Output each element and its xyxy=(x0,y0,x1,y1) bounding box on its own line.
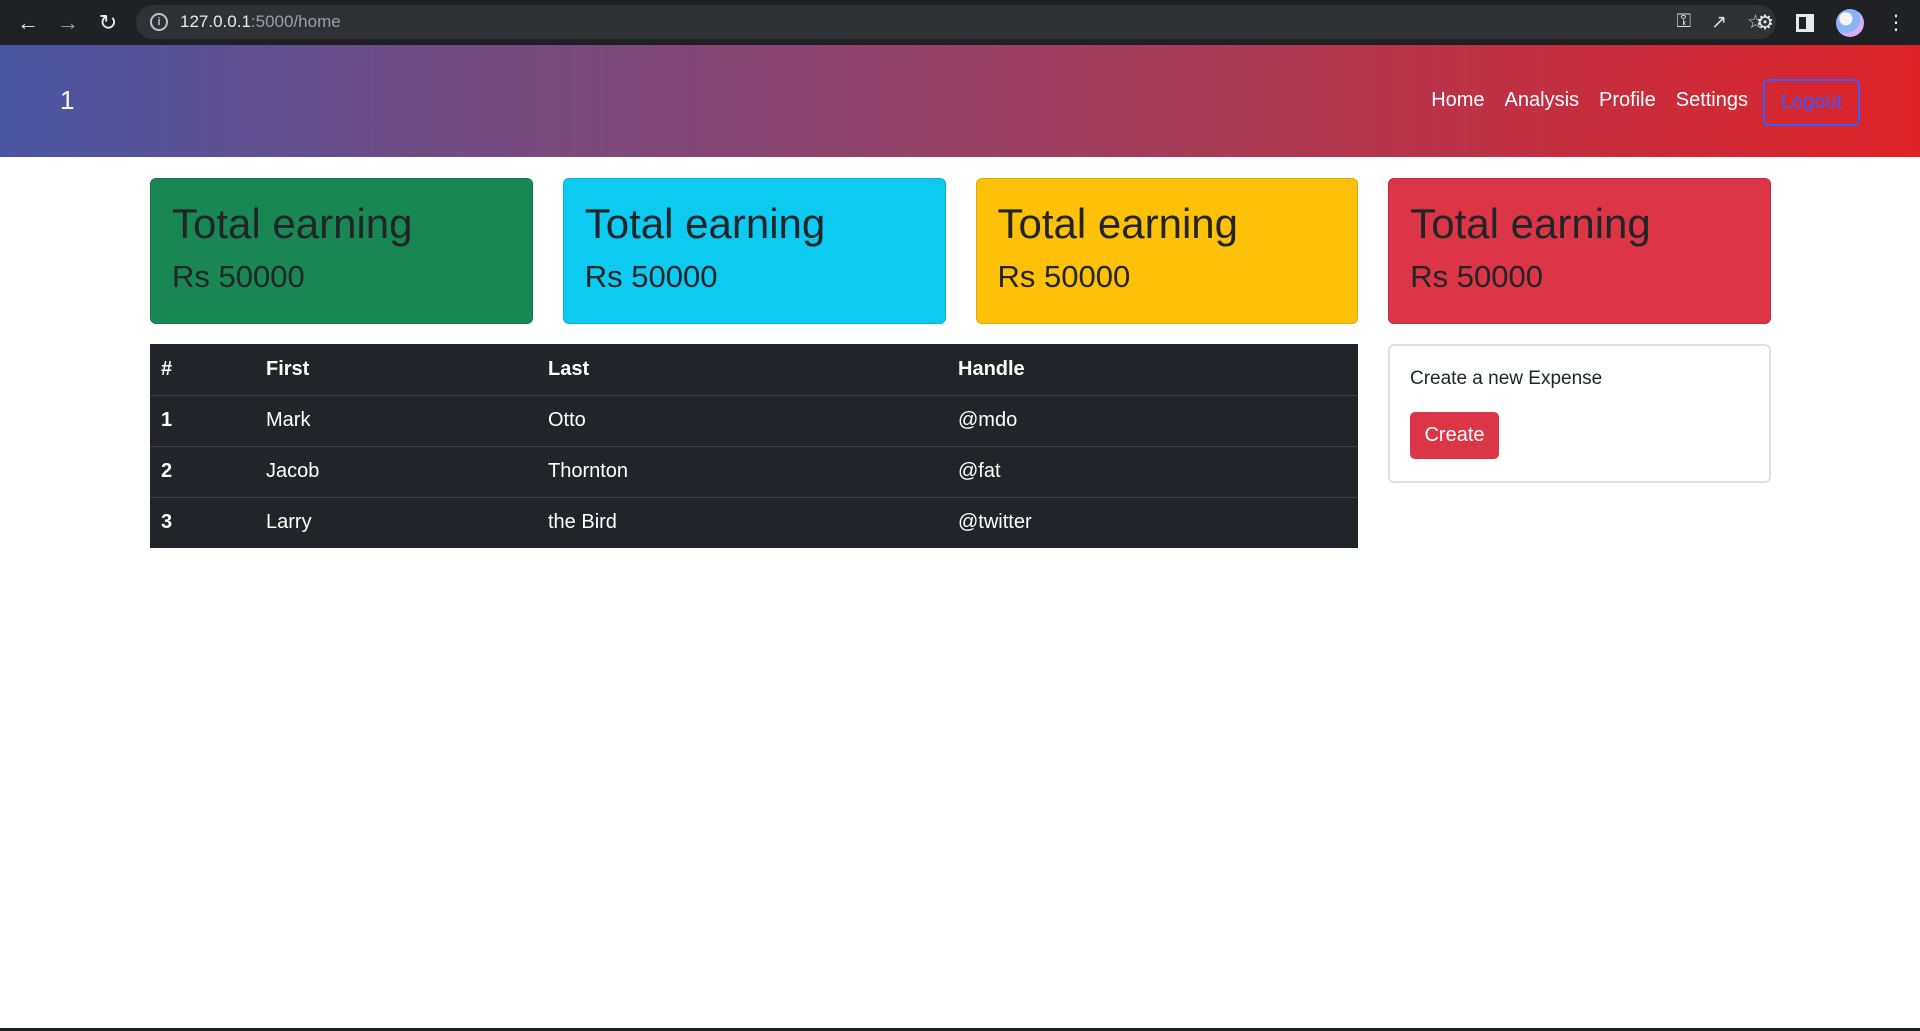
card-title: Total earning xyxy=(1410,200,1651,247)
navbar-brand[interactable]: 1 xyxy=(60,85,74,116)
stat-card: Total earning Rs 50000 xyxy=(975,178,1359,324)
table-cell: @twitter xyxy=(958,511,1032,534)
table-row: 2 Jacob Thornton @fat xyxy=(150,446,1358,498)
table-row: 1 Mark Otto @mdo xyxy=(150,395,1358,447)
nav-links: Home Analysis Profile Settings xyxy=(1431,89,1748,112)
share-icon[interactable]: ↗ xyxy=(1711,11,1727,34)
url-text[interactable]: 127.0.0.1:5000/home xyxy=(180,12,341,32)
back-icon[interactable]: ← xyxy=(8,3,48,43)
data-table: # First Last Handle 1 Mark Otto @mdo 2 J… xyxy=(150,344,1358,548)
url-host: 127.0.0.1 xyxy=(180,12,251,31)
stat-card: Total earning Rs 50000 xyxy=(150,178,533,324)
logout-button[interactable]: Logout xyxy=(1763,79,1860,126)
table-cell: Jacob xyxy=(255,446,537,498)
side-panel-icon[interactable] xyxy=(1796,13,1814,32)
card-value: Rs 50000 xyxy=(997,259,1131,295)
url-path: :5000/home xyxy=(250,12,341,31)
profile-avatar-icon[interactable] xyxy=(1836,8,1864,37)
table-cell: @fat xyxy=(947,446,1358,498)
table-cell: the Bird xyxy=(548,511,617,534)
site-info-icon[interactable]: i xyxy=(150,13,168,31)
stat-card: Total earning Rs 50000 xyxy=(562,178,946,324)
create-expense-card: Create a new Expense Create xyxy=(1388,344,1771,483)
create-expense-prompt: Create a new Expense xyxy=(1410,368,1603,389)
forward-icon[interactable]: → xyxy=(48,3,88,43)
card-title: Total earning xyxy=(172,200,413,247)
table-cell: @mdo xyxy=(947,395,1358,447)
table-cell: 3 xyxy=(161,511,173,534)
card-title: Total earning xyxy=(584,200,826,247)
table-header-cell: First xyxy=(255,344,537,396)
stat-card: Total earning Rs 50000 xyxy=(1388,178,1771,324)
nav-link-settings[interactable]: Settings xyxy=(1676,89,1748,112)
table-cell: 2 xyxy=(150,446,255,498)
table-cell: Otto xyxy=(537,395,947,447)
table-header-row: # First Last Handle xyxy=(150,344,1358,396)
table-header-cell: # xyxy=(150,344,255,396)
card-value: Rs 50000 xyxy=(1410,259,1543,295)
create-expense-button[interactable]: Create xyxy=(1410,412,1499,459)
nav-link-home[interactable]: Home xyxy=(1431,89,1484,112)
reload-icon[interactable]: ↻ xyxy=(88,3,128,43)
table-cell: Mark xyxy=(255,395,537,447)
data-table-container: # First Last Handle 1 Mark Otto @mdo 2 J… xyxy=(150,344,1358,548)
nav-link-profile[interactable]: Profile xyxy=(1599,89,1656,112)
site-navbar: 1 Home Analysis Profile Settings Logout xyxy=(0,45,1920,157)
table-header-cell: Last xyxy=(537,344,947,396)
table-cell: Thornton xyxy=(537,446,947,498)
card-title: Total earning xyxy=(997,200,1239,247)
address-bar[interactable]: i 127.0.0.1:5000/home ⚿ ↗ ☆ xyxy=(136,5,1776,39)
table-cell: Larry xyxy=(266,511,312,534)
browser-toolbar: ← → ↻ i 127.0.0.1:5000/home ⚿ ↗ ☆ ⚙ ⋮ xyxy=(0,0,1920,45)
table-row: 3 Larry the Bird @twitter xyxy=(150,497,1358,548)
stat-cards: Total earning Rs 50000 Total earning Rs … xyxy=(150,178,1771,324)
menu-kebab-icon[interactable]: ⋮ xyxy=(1886,10,1906,35)
card-value: Rs 50000 xyxy=(172,259,305,295)
card-value: Rs 50000 xyxy=(584,259,718,295)
table-header-cell: Handle xyxy=(947,344,1358,396)
key-icon[interactable]: ⚿ xyxy=(1677,11,1691,33)
table-cell: 1 xyxy=(150,395,255,447)
extensions-icon[interactable]: ⚙ xyxy=(1756,10,1774,35)
nav-link-analysis[interactable]: Analysis xyxy=(1505,89,1579,112)
